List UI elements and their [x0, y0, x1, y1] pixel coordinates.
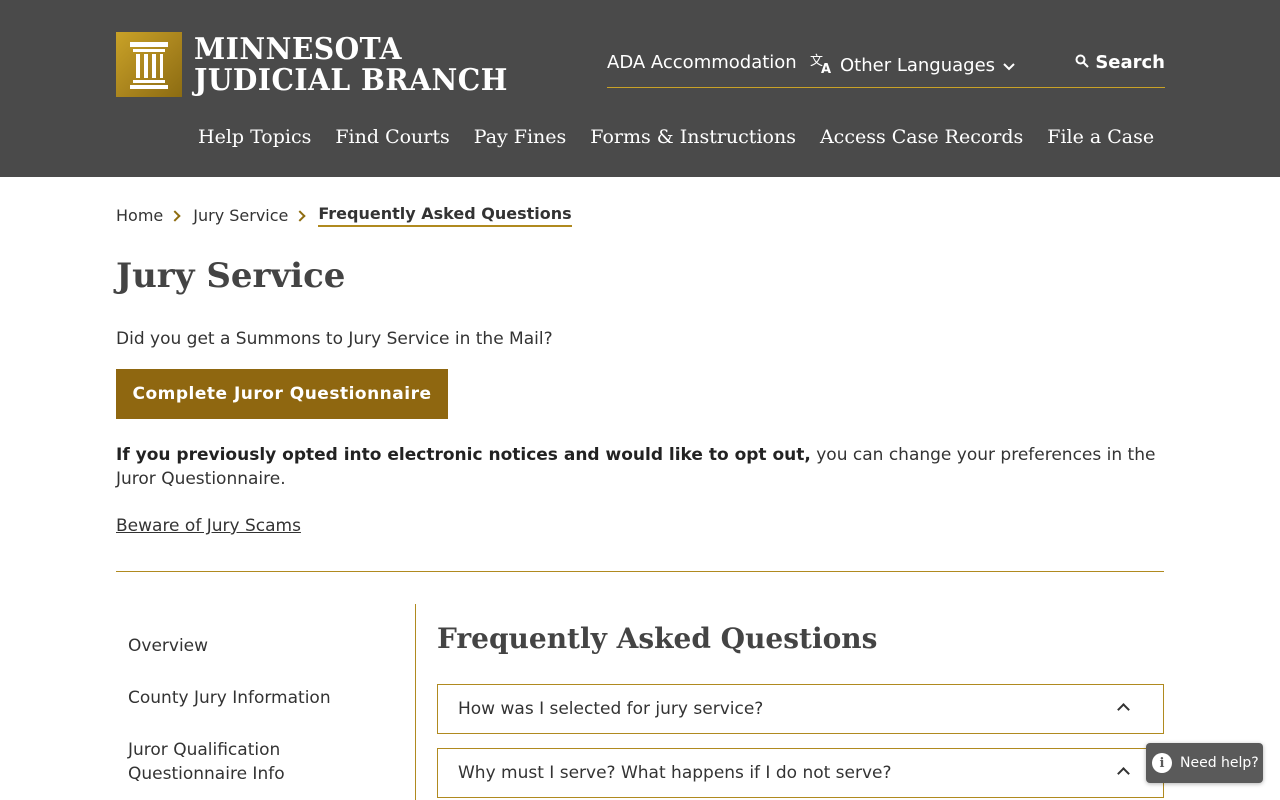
utility-nav: ADA Accommodation 文 A Other Languages Se… [607, 50, 1165, 88]
nav-file-a-case[interactable]: File a Case [1047, 126, 1154, 148]
site-logo[interactable]: MINNESOTA JUDICIAL BRANCH [116, 32, 528, 97]
chevron-up-icon [1117, 767, 1130, 780]
sidebar-item-overview[interactable]: Overview [128, 634, 358, 658]
nav-find-courts[interactable]: Find Courts [335, 126, 449, 148]
optout-bold: If you previously opted into electronic … [116, 445, 811, 465]
info-icon: i [1152, 753, 1172, 773]
nav-help-topics[interactable]: Help Topics [198, 126, 311, 148]
sidebar-item-juror-qualification[interactable]: Juror Qualification Questionnaire Info [128, 738, 358, 786]
beware-jury-scams-link[interactable]: Beware of Jury Scams [116, 516, 301, 536]
juror-questionnaire-link[interactable]: Juror Questionnaire [116, 469, 280, 489]
svg-text:A: A [821, 62, 831, 74]
optout-end: . [280, 469, 286, 489]
nav-forms-instructions[interactable]: Forms & Instructions [590, 126, 796, 148]
breadcrumb-home[interactable]: Home [116, 206, 163, 225]
faq-title: Frequently Asked Questions [437, 622, 878, 655]
languages-label: Other Languages [840, 55, 996, 76]
optout-text: you can change your preferences in the [810, 445, 1156, 465]
complete-juror-questionnaire-button[interactable]: Complete Juror Questionnaire [116, 369, 448, 419]
need-help-label: Need help? [1180, 755, 1259, 771]
search-icon [1075, 52, 1090, 73]
sidebar-item-county-jury-information[interactable]: County Jury Information [128, 686, 358, 710]
site-header: MINNESOTA JUDICIAL BRANCH ADA Accommodat… [0, 0, 1280, 177]
breadcrumb: Home Jury Service Frequently Asked Quest… [116, 204, 572, 227]
search-label: Search [1095, 52, 1165, 73]
logo-wordmark: MINNESOTA JUDICIAL BRANCH [194, 34, 528, 96]
summons-text: Did you get a Summons to Jury Service in… [116, 329, 553, 349]
courthouse-icon [116, 32, 182, 97]
chevron-up-icon [1117, 703, 1130, 716]
need-help-button[interactable]: i Need help? [1146, 743, 1263, 783]
optout-notice: If you previously opted into electronic … [116, 443, 1166, 491]
breadcrumb-current[interactable]: Frequently Asked Questions [318, 204, 572, 227]
sidebar-nav: Overview County Jury Information Juror Q… [116, 604, 416, 800]
page-title: Jury Service [116, 256, 346, 296]
other-languages-dropdown[interactable]: 文 A Other Languages [810, 52, 1015, 79]
section-divider [116, 571, 1164, 572]
search-button[interactable]: Search [1075, 52, 1165, 73]
chevron-right-icon [169, 209, 181, 222]
faq-accordion-item[interactable]: How was I selected for jury service? [437, 684, 1164, 734]
ada-accommodation-link[interactable]: ADA Accommodation [607, 52, 797, 73]
logo-line-1: MINNESOTA [194, 31, 402, 67]
chevron-right-icon [294, 209, 307, 222]
nav-access-case-records[interactable]: Access Case Records [820, 126, 1023, 148]
nav-pay-fines[interactable]: Pay Fines [474, 126, 567, 148]
chevron-down-icon [1003, 55, 1015, 76]
main-nav: Help Topics Find Courts Pay Fines Forms … [198, 126, 1178, 148]
ada-label: ADA Accommodation [607, 52, 797, 73]
faq-question: How was I selected for jury service? [458, 699, 764, 719]
logo-line-2: JUDICIAL BRANCH [194, 62, 508, 98]
translate-icon: 文 A [810, 52, 834, 79]
faq-question: Why must I serve? What happens if I do n… [458, 763, 892, 783]
faq-accordion-item[interactable]: Why must I serve? What happens if I do n… [437, 748, 1164, 798]
breadcrumb-jury-service[interactable]: Jury Service [193, 206, 288, 225]
